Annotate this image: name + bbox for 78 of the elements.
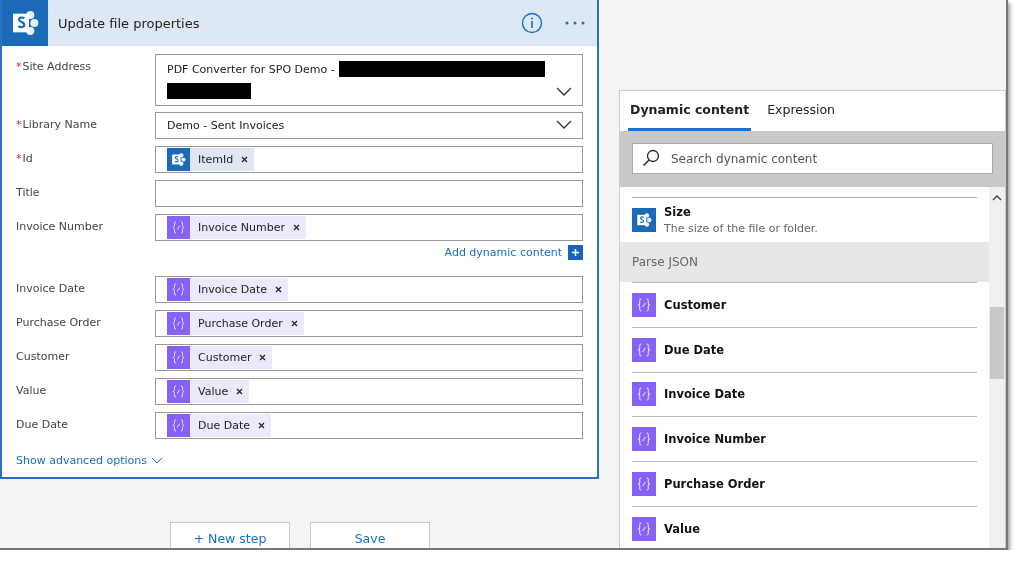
search-icon <box>642 149 660 167</box>
item-description: The size of the file or folder. <box>664 221 818 235</box>
item-title: Invoice Number <box>664 432 766 447</box>
input-field[interactable]: Customer <box>155 344 583 371</box>
item-title: Due Date <box>664 342 725 357</box>
token-chip[interactable]: Customer <box>167 346 273 369</box>
token-chip[interactable]: Invoice Date <box>167 278 289 301</box>
field-label: Invoice Date <box>16 282 86 295</box>
field-label: Due Date <box>16 418 68 431</box>
token-label: ItemId <box>198 153 234 166</box>
field-value: PDF Converter for SPO Demo - <box>167 62 335 76</box>
remove-icon[interactable] <box>275 286 283 293</box>
remove-icon[interactable] <box>241 156 249 163</box>
item-title: Size <box>664 204 692 219</box>
field-label: Invoice Number <box>16 220 103 233</box>
token-label: Customer <box>198 351 252 364</box>
remove-icon[interactable] <box>290 320 298 327</box>
action-title: Update file properties <box>58 15 201 31</box>
item-title: Value <box>664 522 700 537</box>
token-label: Purchase Order <box>198 317 283 330</box>
plus-icon[interactable] <box>568 245 583 260</box>
token-chip[interactable]: Due Date <box>167 414 271 437</box>
field-value: Demo - Sent Invoices <box>167 119 285 132</box>
input-field[interactable]: ItemId <box>155 146 583 173</box>
dynamic-content-item[interactable]: Due Date <box>632 326 977 372</box>
save-button[interactable]: Save <box>310 522 430 548</box>
input-field[interactable]: Due Date <box>155 412 583 439</box>
search-field[interactable]: Search dynamic content <box>632 143 993 174</box>
required-mark: * <box>16 152 22 165</box>
token-label: Invoice Number <box>198 221 285 234</box>
show-advanced-options-link[interactable]: Show advanced options <box>16 454 147 467</box>
field-label: Value <box>16 384 47 397</box>
dynamic-content-item[interactable]: Size The size of the file or folder. <box>632 197 977 242</box>
remove-icon[interactable] <box>259 354 267 361</box>
field-label: Title <box>16 186 40 199</box>
remove-icon[interactable] <box>258 422 265 429</box>
scrollbar[interactable] <box>989 187 1005 548</box>
token-chip[interactable]: ItemId <box>167 148 255 171</box>
field-label: Site Address <box>22 60 91 73</box>
dropdown-field[interactable]: Demo - Sent Invoices <box>155 112 583 139</box>
dynamic-content-item[interactable]: Purchase Order <box>632 461 977 507</box>
item-title: Customer <box>664 297 727 312</box>
input-field[interactable]: Invoice Number <box>155 214 583 241</box>
remove-icon[interactable] <box>293 224 300 231</box>
field-label: Customer <box>16 350 70 363</box>
new-step-button[interactable]: + New step <box>170 522 290 548</box>
required-mark: * <box>16 118 22 131</box>
token-label: Invoice Date <box>198 283 268 296</box>
input-field[interactable]: Invoice Date <box>155 276 583 303</box>
input-field[interactable] <box>155 180 583 207</box>
remove-icon[interactable] <box>236 388 244 395</box>
scrollbar-thumb[interactable] <box>990 307 1004 379</box>
dropdown-field[interactable]: PDF Converter for SPO Demo - <box>155 54 583 106</box>
chevron-down-icon[interactable] <box>556 120 572 129</box>
input-field[interactable]: Purchase Order <box>155 310 583 337</box>
token-label: Due Date <box>198 419 250 432</box>
dynamic-content-item[interactable]: Value <box>632 506 977 548</box>
chevron-down-icon[interactable] <box>556 87 572 96</box>
field-label: Purchase Order <box>16 316 101 329</box>
token-chip[interactable]: Purchase Order <box>167 312 304 335</box>
scroll-up-icon[interactable] <box>992 195 1002 201</box>
dynamic-content-item[interactable]: Customer <box>632 281 977 327</box>
input-field[interactable]: Value <box>155 378 583 405</box>
dynamic-content-item[interactable]: Invoice Number <box>632 416 977 462</box>
item-title: Invoice Date <box>664 387 746 402</box>
token-chip[interactable]: Invoice Number <box>167 216 306 239</box>
item-title: Purchase Order <box>664 477 765 492</box>
add-dynamic-content-link[interactable]: Add dynamic content <box>444 246 562 259</box>
required-mark: * <box>16 60 22 73</box>
info-icon[interactable] <box>521 12 543 34</box>
field-label: Library Name <box>22 118 97 131</box>
group-header: Parse JSON <box>620 241 989 282</box>
dynamic-content-item[interactable]: Invoice Date <box>632 371 977 417</box>
panel-tab[interactable]: Expression <box>765 91 837 131</box>
token-label: Value <box>198 385 229 398</box>
field-label: Id <box>22 152 33 165</box>
more-icon[interactable] <box>565 20 585 26</box>
token-chip[interactable]: Value <box>167 380 250 403</box>
